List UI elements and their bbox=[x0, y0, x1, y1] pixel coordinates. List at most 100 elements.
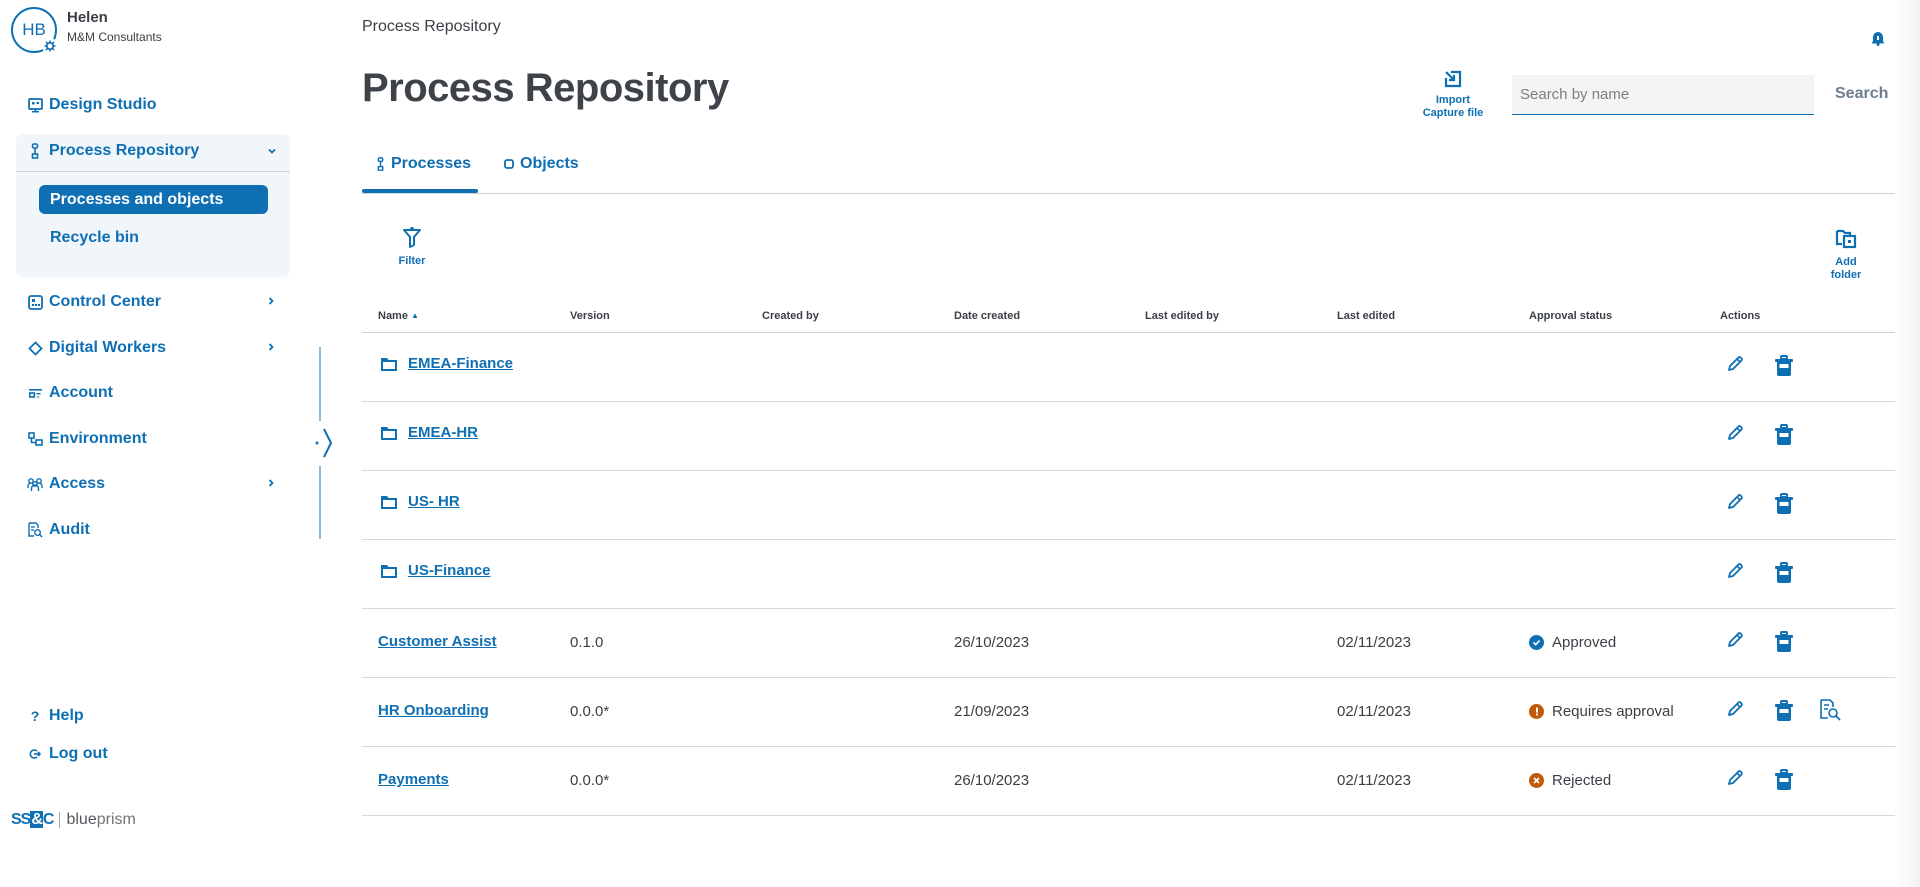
folder-name-link[interactable]: EMEA-Finance bbox=[408, 355, 513, 372]
review-button[interactable] bbox=[1818, 698, 1842, 722]
table-row-process[interactable]: HR Onboarding 0.0.0* 21/09/2023 02/11/20… bbox=[362, 678, 1896, 747]
chevron-right-icon[interactable] bbox=[268, 478, 274, 490]
delete-button[interactable] bbox=[1774, 493, 1794, 515]
sidebar-item-label: Process Repository bbox=[49, 142, 200, 159]
process-table: Name ▲ Version Created by Date created La… bbox=[362, 302, 1896, 816]
page-title: Process Repository bbox=[362, 66, 729, 110]
user-profile[interactable]: HB Helen M&M Consultants bbox=[11, 7, 162, 54]
chevron-down-icon[interactable] bbox=[268, 145, 276, 157]
pencil-icon bbox=[1728, 632, 1743, 647]
chevron-right-icon[interactable] bbox=[268, 296, 274, 308]
account-icon bbox=[27, 385, 43, 401]
pencil-icon bbox=[1728, 563, 1743, 578]
sidebar-resize-line bbox=[319, 347, 321, 421]
sidebar-item-log-out[interactable]: Log out bbox=[27, 745, 108, 763]
table-row-process[interactable]: Customer Assist 0.1.0 26/10/2023 02/11/2… bbox=[362, 609, 1896, 678]
sidebar-item-design-studio[interactable]: Design Studio bbox=[27, 96, 157, 114]
edit-button[interactable] bbox=[1726, 493, 1744, 511]
edit-button[interactable] bbox=[1726, 631, 1744, 649]
folder-name-link[interactable]: US- HR bbox=[408, 493, 460, 510]
sidebar-item-label: Design Studio bbox=[49, 96, 157, 113]
process-name-link[interactable]: HR Onboarding bbox=[378, 702, 489, 719]
last-edited-cell: 02/11/2023 bbox=[1337, 634, 1411, 651]
sidebar-collapse-toggle[interactable] bbox=[313, 425, 337, 461]
table-row-folder[interactable]: US-Finance bbox=[362, 540, 1896, 609]
search-button[interactable]: Search bbox=[1835, 85, 1888, 103]
status-label: Requires approval bbox=[1552, 703, 1674, 720]
delete-button[interactable] bbox=[1774, 700, 1794, 722]
environment-icon bbox=[27, 431, 43, 447]
process-icon bbox=[27, 143, 43, 159]
filter-icon bbox=[395, 226, 429, 251]
process-name-link[interactable]: Payments bbox=[378, 771, 449, 788]
sidebar-item-label: Help bbox=[49, 707, 84, 724]
column-header-last-edited[interactable]: Last edited bbox=[1337, 310, 1395, 322]
search-input[interactable] bbox=[1512, 75, 1814, 115]
sidebar-item-environment[interactable]: Environment bbox=[27, 430, 147, 448]
avatar-initials: HB bbox=[22, 20, 46, 39]
divider bbox=[16, 171, 290, 172]
delete-button[interactable] bbox=[1774, 355, 1794, 377]
column-header-approval-status[interactable]: Approval status bbox=[1529, 310, 1612, 322]
chevron-right-icon[interactable] bbox=[268, 342, 274, 354]
sidebar-item-label: Environment bbox=[49, 430, 147, 447]
filter-button[interactable]: Filter bbox=[395, 226, 429, 267]
sidebar-resize-line bbox=[319, 466, 321, 539]
sidebar-item-digital-workers[interactable]: Digital Workers bbox=[27, 339, 166, 357]
table-row-folder[interactable]: EMEA-HR bbox=[362, 402, 1896, 471]
review-icon bbox=[1820, 699, 1841, 721]
date-created-cell: 26/10/2023 bbox=[954, 772, 1030, 789]
logo-text: prism bbox=[96, 811, 136, 828]
notifications-button[interactable] bbox=[1870, 30, 1886, 51]
sidebar-item-access[interactable]: Access bbox=[27, 475, 105, 493]
folder-icon bbox=[380, 494, 398, 510]
gear-icon bbox=[42, 38, 58, 54]
folder-icon bbox=[380, 425, 398, 441]
tab-processes[interactable]: Processes bbox=[376, 155, 471, 173]
delete-button[interactable] bbox=[1774, 562, 1794, 584]
column-header-name[interactable]: Name ▲ bbox=[378, 310, 419, 322]
sidebar-item-account[interactable]: Account bbox=[27, 384, 113, 402]
table-row-folder[interactable]: EMEA-Finance bbox=[362, 333, 1896, 402]
sidebar-item-control-center[interactable]: Control Center bbox=[27, 293, 161, 311]
edit-button[interactable] bbox=[1726, 700, 1744, 718]
add-folder-label: Add bbox=[1835, 256, 1857, 268]
column-header-created-by[interactable]: Created by bbox=[762, 310, 819, 322]
user-name: Helen bbox=[67, 9, 108, 26]
table-row-folder[interactable]: US- HR bbox=[362, 471, 1896, 540]
delete-button[interactable] bbox=[1774, 424, 1794, 446]
column-header-version[interactable]: Version bbox=[570, 310, 610, 322]
import-capture-file-button[interactable]: Import Capture file bbox=[1418, 70, 1488, 120]
sidebar-item-audit[interactable]: Audit bbox=[27, 521, 90, 539]
column-header-actions: Actions bbox=[1720, 310, 1761, 322]
process-name-link[interactable]: Customer Assist bbox=[378, 633, 497, 650]
column-header-last-edited-by[interactable]: Last edited by bbox=[1145, 310, 1219, 322]
folder-icon bbox=[380, 356, 398, 372]
column-header-date-created[interactable]: Date created bbox=[954, 310, 1020, 322]
last-edited-cell: 02/11/2023 bbox=[1337, 703, 1411, 720]
sidebar-item-process-repository[interactable]: Process Repository bbox=[27, 142, 199, 160]
table-row-process[interactable]: Payments 0.0.0* 26/10/2023 02/11/2023 Re… bbox=[362, 747, 1896, 816]
avatar[interactable]: HB bbox=[11, 7, 58, 54]
edit-button[interactable] bbox=[1726, 769, 1744, 787]
version-cell: 0.1.0 bbox=[570, 634, 604, 651]
delete-button[interactable] bbox=[1774, 769, 1794, 791]
check-circle-icon bbox=[1529, 635, 1544, 650]
sidebar-subitem-recycle-bin[interactable]: Recycle bin bbox=[50, 229, 139, 247]
approval-status: Rejected bbox=[1529, 772, 1611, 789]
folder-name-link[interactable]: US-Finance bbox=[408, 562, 491, 579]
sidebar-item-help[interactable]: ? Help bbox=[27, 707, 84, 725]
edit-button[interactable] bbox=[1726, 424, 1744, 442]
delete-button[interactable] bbox=[1774, 631, 1794, 653]
sidebar-subitem-processes-and-objects[interactable]: Processes and objects bbox=[39, 185, 268, 214]
edit-button[interactable] bbox=[1726, 562, 1744, 580]
approval-status: Approved bbox=[1529, 634, 1616, 651]
folder-name-link[interactable]: EMEA-HR bbox=[408, 424, 478, 441]
diamond-icon bbox=[27, 340, 43, 356]
add-folder-button[interactable]: Add folder bbox=[1826, 227, 1866, 282]
tab-label: Processes bbox=[391, 155, 472, 172]
edit-button[interactable] bbox=[1726, 355, 1744, 373]
tab-objects[interactable]: Objects bbox=[504, 155, 579, 173]
version-cell: 0.0.0* bbox=[570, 703, 610, 720]
date-created-cell: 26/10/2023 bbox=[954, 634, 1030, 651]
